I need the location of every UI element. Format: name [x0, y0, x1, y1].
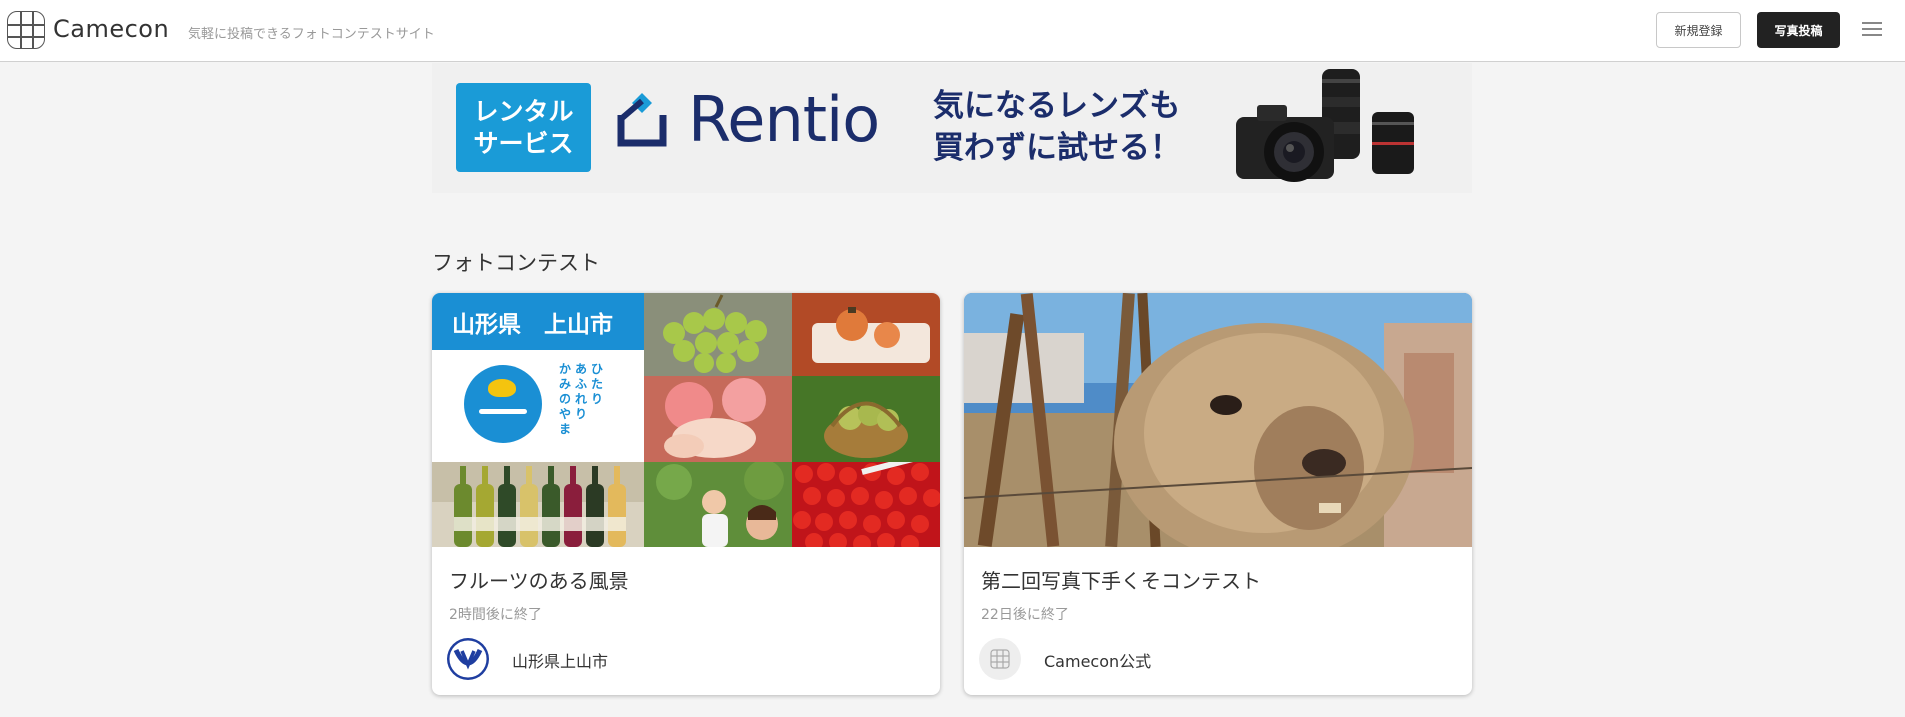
site-header: Camecon 気軽に投稿できるフォトコンテストサイト 新規登録 写真投稿 [0, 0, 1905, 62]
rentio-house-icon [617, 93, 667, 147]
thumb-vertical-1: ひたり [590, 362, 603, 406]
post-photo-button[interactable]: 写真投稿 [1757, 12, 1840, 48]
camecon-grid-icon [990, 649, 1010, 669]
thumb-vertical-3: かみのやま [558, 362, 571, 436]
brand-name[interactable]: Camecon [53, 15, 169, 43]
camera-product-image [1236, 69, 1414, 182]
banner-copy-line1: 気になるレンズも [933, 88, 1181, 124]
kaminoyama-logo: ひたり あふれり かみのやま [432, 350, 644, 462]
cherry-picking-image [644, 462, 792, 547]
banner-box-line2: サービス [473, 128, 574, 158]
rentio-banner[interactable]: レンタル サービス Rentio 気になるレンズも 買わずに試せる！ [432, 63, 1472, 193]
pears-basket-image [792, 376, 940, 462]
thumb-header: 山形県 上山市 [432, 293, 644, 350]
thumb-vertical-2: あふれり [574, 362, 587, 421]
persimmon-image [792, 293, 940, 376]
kaminoyama-emblem-avatar[interactable] [447, 638, 489, 680]
cherries-image [792, 462, 940, 547]
alpaca-thumbnail[interactable] [964, 293, 1472, 547]
banner-copy: 気になるレンズも 買わずに試せる！ [933, 85, 1181, 169]
register-button[interactable]: 新規登録 [1656, 12, 1741, 48]
contest-card-fruit[interactable]: 山形県 上山市 ひたり あふれり かみのやま フルーツのある風景 2時間後に終了… [432, 293, 940, 695]
kaminoyama-mascot-icon [464, 365, 542, 443]
contest-title[interactable]: フルーツのある風景 [449, 565, 629, 594]
banner-rental-box: レンタル サービス [456, 83, 591, 172]
section-title: フォトコンテスト [432, 251, 600, 275]
site-tagline: 気軽に投稿できるフォトコンテストサイト [188, 27, 435, 42]
camecon-logo-icon[interactable] [7, 11, 45, 49]
contest-title[interactable]: 第二回写真下手くそコンテスト [981, 565, 1261, 594]
hamburger-menu-icon[interactable] [1862, 21, 1882, 37]
organizer-name[interactable]: Camecon公式 [1044, 648, 1151, 672]
camecon-official-avatar[interactable] [979, 638, 1021, 680]
contest-deadline: 22日後に終了 [981, 607, 1069, 623]
peaches-image [644, 376, 792, 462]
wine-bottles-image [432, 462, 644, 547]
contest-deadline: 2時間後に終了 [449, 607, 542, 623]
banner-copy-line2: 買わずに試せる！ [933, 130, 1181, 166]
contest-thumbnail[interactable]: 山形県 上山市 ひたり あふれり かみのやま [432, 293, 940, 547]
contest-card-alpaca[interactable]: 第二回写真下手くそコンテスト 22日後に終了 Camecon公式 [964, 293, 1472, 695]
banner-box-line1: レンタル [473, 96, 574, 126]
organizer-name[interactable]: 山形県上山市 [512, 648, 608, 672]
banner-brand: Rentio [688, 83, 880, 156]
grapes-image [644, 293, 792, 376]
